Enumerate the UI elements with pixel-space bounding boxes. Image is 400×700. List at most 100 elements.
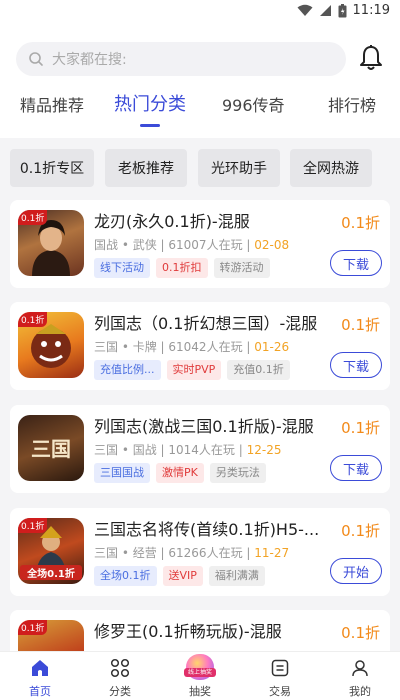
- nav-home[interactable]: 首页: [0, 652, 80, 700]
- chip-hot-games[interactable]: 全网热游: [290, 149, 372, 187]
- profile-icon: [352, 660, 368, 677]
- game-date: 02-08: [254, 238, 290, 252]
- chip-halo-assistant[interactable]: 光环助手: [198, 149, 280, 187]
- game-date: 01-26: [254, 340, 290, 354]
- game-players: 61042人在玩: [168, 340, 243, 354]
- game-tags: 线下活动 0.1折扣 转游活动: [94, 258, 270, 278]
- game-tag: 激情PK: [156, 463, 204, 483]
- game-tag: 三国国战: [94, 463, 150, 483]
- trade-icon: [271, 659, 289, 677]
- nav-label: 交易: [269, 685, 291, 698]
- game-category: 三国 • 经营: [94, 546, 157, 560]
- game-tag: 转游活动: [213, 258, 270, 278]
- game-icon: 三国: [18, 415, 84, 481]
- tab-ranking[interactable]: 排行榜: [328, 92, 376, 116]
- tab-996-legend[interactable]: 996传奇: [222, 92, 285, 116]
- game-card[interactable]: 0.1折 列国志（0.1折幻想三国）-混服 三国 • 卡牌 | 61042人在玩…: [10, 302, 390, 390]
- nav-profile[interactable]: 我的: [320, 652, 400, 700]
- nav-label: 分类: [109, 685, 131, 698]
- game-meta: 三国 • 卡牌 | 61042人在玩 | 01-26: [94, 340, 290, 354]
- game-tags: 三国国战 激情PK 另类玩法: [94, 463, 266, 483]
- main-tabs: 精品推荐 热门分类 996传奇 排行榜: [0, 92, 400, 132]
- nav-label: 抽奖: [189, 685, 211, 698]
- tab-hot-categories[interactable]: 热门分类: [114, 90, 186, 116]
- icon-corner-badge: 0.1折: [18, 210, 48, 225]
- nav-label: 首页: [29, 685, 51, 698]
- game-title: 列国志(激战三国0.1折版)-混服: [94, 417, 314, 436]
- game-tag: 实时PVP: [166, 360, 222, 380]
- nav-trade[interactable]: 交易: [240, 652, 320, 700]
- status-time: 11:19: [352, 3, 390, 18]
- discount-label: 0.1折: [341, 522, 380, 540]
- icon-corner-badge: 0.1折: [18, 620, 48, 635]
- discount-label: 0.1折: [341, 624, 380, 642]
- game-tags: 充值比例... 实时PVP 充值0.1折: [94, 360, 290, 380]
- game-icon: 0.1折: [18, 210, 84, 276]
- game-tag: 0.1折扣: [156, 258, 208, 278]
- game-title: 列国志（0.1折幻想三国）-混服: [94, 314, 318, 333]
- game-card[interactable]: 0.1折 修罗王(0.1折畅玩版)-混服 0.1折: [10, 610, 390, 651]
- discount-label: 0.1折: [341, 214, 380, 232]
- game-card[interactable]: 三国 列国志(激战三国0.1折版)-混服 三国 • 国战 | 1014人在玩 |…: [10, 405, 390, 493]
- game-title: 三国志名将传(首续0.1折)H5-...: [94, 520, 320, 539]
- game-tag: 福利满满: [208, 566, 265, 586]
- chip-boss-recommend[interactable]: 老板推荐: [105, 149, 187, 187]
- icon-bottom-text: 全场0.1折: [20, 565, 82, 580]
- game-tag: 另类玩法: [209, 463, 266, 483]
- category-chips: 0.1折专区 老板推荐 光环助手 全网热游: [10, 149, 390, 187]
- game-category: 国战 • 武侠: [94, 238, 157, 252]
- grid-icon: [110, 658, 130, 678]
- game-tag: 全场0.1折: [94, 566, 157, 586]
- game-card[interactable]: 0.1折 龙刃(永久0.1折)-混服 国战 • 武侠 | 61007人在玩 | …: [10, 200, 390, 288]
- game-players: 61266人在玩: [168, 546, 243, 560]
- game-date: 12-25: [246, 443, 282, 457]
- lottery-badge: 线上抽奖: [184, 668, 216, 677]
- game-icon: 0.1折: [18, 312, 84, 378]
- icon-title-text: 三国: [31, 437, 71, 461]
- search-icon: [29, 52, 43, 66]
- wifi-icon: [297, 4, 313, 16]
- game-meta: 三国 • 国战 | 1014人在玩 | 12-25: [94, 443, 282, 457]
- search-placeholder: 大家都在搜:: [52, 52, 127, 68]
- game-meta: 国战 • 武侠 | 61007人在玩 | 02-08: [94, 238, 290, 252]
- game-tag: 线下活动: [94, 258, 150, 278]
- icon-corner-badge: 0.1折: [18, 312, 48, 327]
- game-card[interactable]: 0.1折 全场0.1折 三国志名将传(首续0.1折)H5-... 三国 • 经营…: [10, 508, 390, 596]
- status-icons: 11:19: [297, 3, 390, 18]
- bottom-nav: 首页 分类 线上抽奖 抽奖 交易 我的: [0, 651, 400, 700]
- game-title: 修罗王(0.1折畅玩版)-混服: [94, 622, 282, 641]
- game-tag: 送VIP: [162, 566, 203, 586]
- game-players: 61007人在玩: [168, 238, 243, 252]
- game-tag: 充值比例...: [94, 360, 161, 380]
- signal-icon: [319, 5, 331, 16]
- download-button[interactable]: 下载: [330, 352, 382, 378]
- nav-lottery[interactable]: 线上抽奖 抽奖: [160, 652, 240, 700]
- game-category: 三国 • 卡牌: [94, 340, 157, 354]
- game-tag: 充值0.1折: [227, 360, 290, 380]
- game-category: 三国 • 国战: [94, 443, 157, 457]
- game-date: 11-27: [254, 546, 290, 560]
- battery-icon: [338, 3, 347, 17]
- status-bar: 11:19: [0, 0, 400, 24]
- start-button[interactable]: 开始: [330, 558, 382, 584]
- header: 大家都在搜: 精品推荐 热门分类 996传奇 排行榜: [0, 24, 400, 138]
- game-players: 1014人在玩: [168, 443, 235, 457]
- search-input[interactable]: 大家都在搜:: [16, 42, 346, 76]
- discount-label: 0.1折: [341, 419, 380, 437]
- game-icon: 0.1折 全场0.1折: [18, 518, 84, 584]
- home-icon: [32, 660, 48, 676]
- lottery-icon: 线上抽奖: [184, 654, 216, 680]
- game-title: 龙刃(永久0.1折)-混服: [94, 212, 250, 231]
- bell-icon[interactable]: [358, 44, 384, 72]
- game-meta: 三国 • 经营 | 61266人在玩 | 11-27: [94, 546, 290, 560]
- tab-featured[interactable]: 精品推荐: [20, 92, 84, 116]
- game-tags: 全场0.1折 送VIP 福利满满: [94, 566, 265, 586]
- nav-label: 我的: [349, 685, 371, 698]
- chip-0-1-discount-zone[interactable]: 0.1折专区: [10, 149, 94, 187]
- icon-corner-badge: 0.1折: [18, 518, 48, 533]
- nav-category[interactable]: 分类: [80, 652, 160, 700]
- game-icon: 0.1折: [18, 620, 84, 651]
- download-button[interactable]: 下载: [330, 250, 382, 276]
- discount-label: 0.1折: [341, 316, 380, 334]
- download-button[interactable]: 下载: [330, 455, 382, 481]
